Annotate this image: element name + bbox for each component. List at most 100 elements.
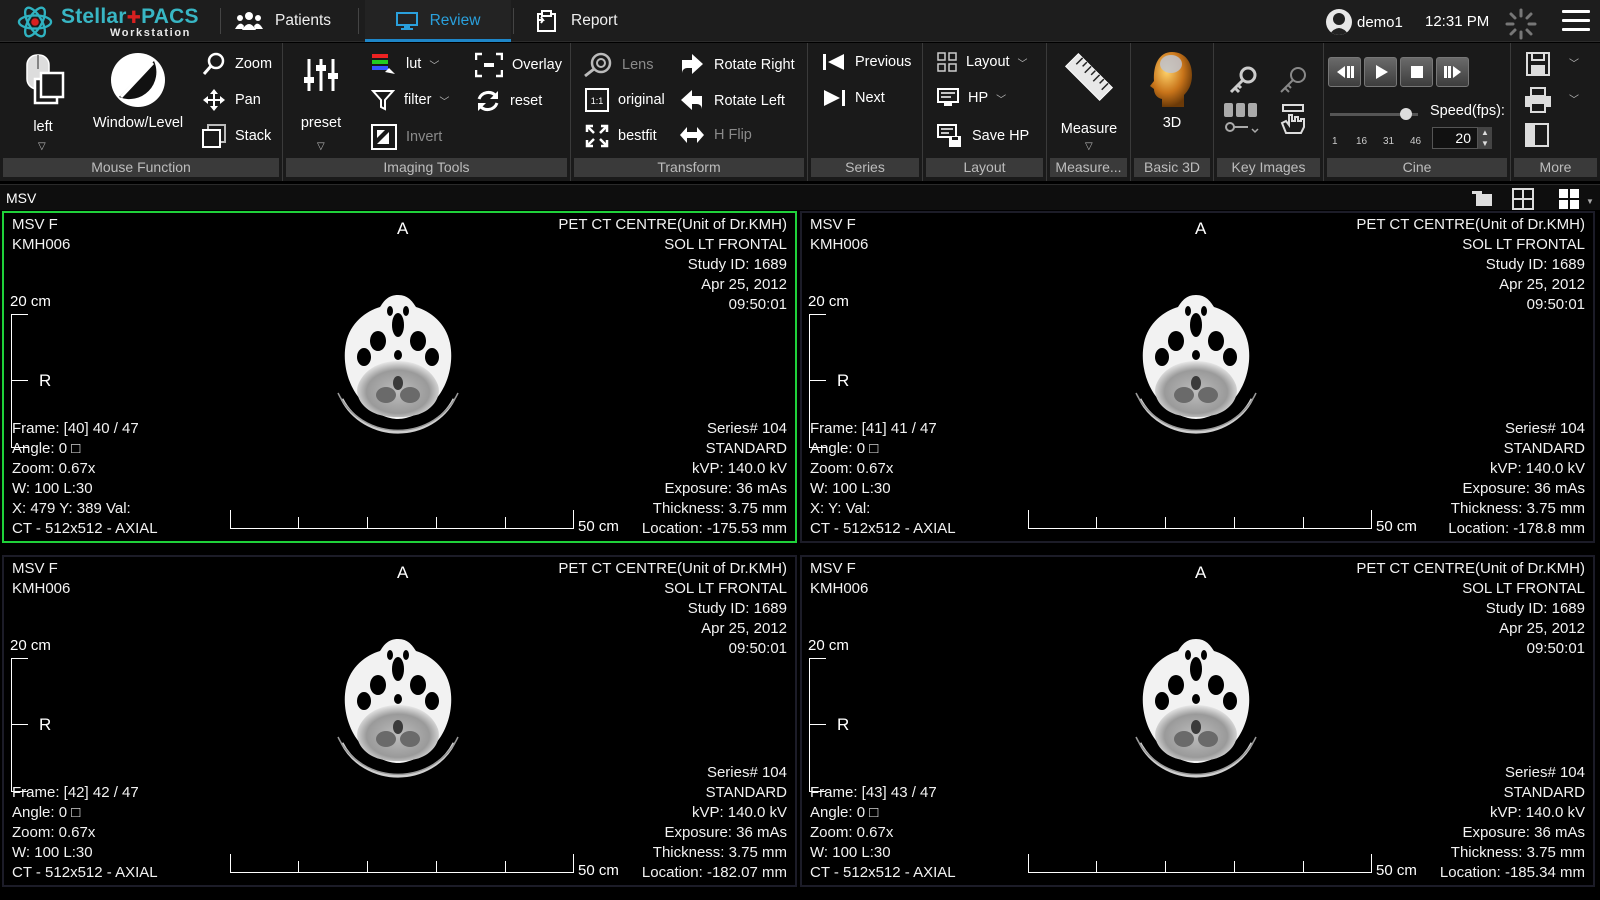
panel-icon[interactable] bbox=[1525, 123, 1549, 147]
chevron-down-icon[interactable]: ﹀ bbox=[1569, 55, 1579, 70]
filter-button[interactable]: filter ﹀ bbox=[371, 88, 449, 112]
svg-text:1:1: 1:1 bbox=[591, 96, 604, 106]
modality-info: CT - 512x512 - AXIAL bbox=[12, 864, 158, 881]
key-series-icon[interactable] bbox=[1222, 101, 1262, 135]
pan-button[interactable]: Pan bbox=[202, 88, 261, 112]
zoom-button[interactable]: Zoom bbox=[202, 52, 272, 76]
cine-step-back-button[interactable] bbox=[1328, 57, 1361, 87]
main-menu-button[interactable] bbox=[1562, 10, 1590, 32]
rotate-left-icon bbox=[681, 90, 702, 110]
horizontal-scale-label: 50 cm bbox=[578, 862, 619, 879]
horizontal-scale-bar bbox=[1028, 510, 1372, 529]
original-label: original bbox=[618, 92, 665, 108]
viewport-2[interactable]: MSV F KMH006 A PET CT CENTRE(Unit of Dr.… bbox=[800, 211, 1595, 543]
lens-label: Lens bbox=[622, 57, 654, 73]
image-info: Frame: [41] 41 / 47 Angle: 0 □ Zoom: 0.6… bbox=[810, 419, 956, 539]
key-icon[interactable] bbox=[1228, 65, 1258, 95]
pixel-value-info: X: Y: Val: bbox=[810, 500, 871, 517]
hanging-protocol-button[interactable]: HP ﹀ bbox=[937, 88, 1006, 108]
lut-button[interactable]: lut ﹀ bbox=[371, 52, 439, 76]
kernel: STANDARD bbox=[1503, 784, 1585, 801]
layout-grid-icon[interactable] bbox=[1512, 188, 1534, 210]
group-cine: 1 16 31 46 Speed(fps): 20 ▲ ▼ Cine bbox=[1324, 43, 1511, 181]
slider-thumb[interactable] bbox=[1400, 108, 1412, 120]
study-time: 09:50:01 bbox=[1526, 640, 1585, 657]
play-icon bbox=[1375, 65, 1388, 79]
chevron-down-icon[interactable]: ﹀ bbox=[1569, 91, 1579, 106]
speed-input[interactable]: 20 bbox=[1432, 127, 1478, 149]
chevron-down-icon: ﹀ bbox=[1017, 58, 1028, 70]
tab-patients[interactable]: Patients bbox=[235, 0, 331, 42]
overlay-button[interactable]: Overlay bbox=[475, 52, 562, 78]
patient-info: MSV F KMH006 bbox=[810, 215, 868, 255]
hflip-button[interactable]: H Flip bbox=[679, 124, 752, 146]
vertical-scale-label: 20 cm bbox=[808, 293, 849, 310]
window-level-info: W: 100 L:30 bbox=[810, 844, 891, 861]
user-menu[interactable]: demo1 bbox=[1326, 9, 1403, 35]
viewport-4[interactable]: MSV F KMH006 A PET CT CENTRE(Unit of Dr.… bbox=[800, 555, 1595, 887]
key-outline-icon[interactable] bbox=[1278, 65, 1308, 95]
group-label: Transform bbox=[574, 158, 804, 177]
slice-location: Location: -178.8 mm bbox=[1448, 520, 1585, 537]
tab-report[interactable]: Report bbox=[535, 0, 618, 42]
top-bar: Stellar✚PACS Workstation Patients Review… bbox=[0, 0, 1600, 42]
print-icon[interactable] bbox=[1523, 87, 1553, 113]
horizontal-scale-bar bbox=[230, 854, 574, 873]
previous-icon bbox=[823, 54, 844, 70]
previous-series-button[interactable]: Previous bbox=[822, 52, 911, 72]
patient-name: MSV F bbox=[810, 560, 856, 577]
viewport-3[interactable]: MSV F KMH006 A PET CT CENTRE(Unit of Dr.… bbox=[2, 555, 797, 887]
hanging-protocol-icon bbox=[937, 88, 959, 106]
thumbnail-panel-icon[interactable] bbox=[1470, 188, 1494, 208]
group-basic-3d: 3D Basic 3D bbox=[1131, 43, 1214, 181]
window-level-button[interactable]: Window/Level bbox=[88, 49, 188, 131]
save-icon[interactable] bbox=[1525, 51, 1551, 77]
patient-name: MSV F bbox=[810, 216, 856, 233]
rotate-right-icon bbox=[682, 54, 703, 74]
mouse-button-selector[interactable]: left ▽ bbox=[10, 49, 76, 157]
rotate-right-button[interactable]: Rotate Right bbox=[679, 52, 795, 78]
tab-review[interactable]: Review bbox=[365, 0, 511, 42]
rotate-left-button[interactable]: Rotate Left bbox=[679, 88, 785, 114]
invert-button[interactable]: Invert bbox=[371, 124, 442, 150]
group-series: Previous Next Series bbox=[808, 43, 923, 181]
save-hp-button[interactable]: Save HP bbox=[937, 124, 1029, 148]
lens-button[interactable]: Lens bbox=[583, 52, 653, 78]
original-size-button[interactable]: 1:1 original bbox=[585, 88, 665, 112]
orientation-top: A bbox=[1195, 563, 1207, 582]
cine-play-button[interactable] bbox=[1364, 57, 1397, 87]
hflip-label: H Flip bbox=[714, 127, 752, 143]
group-label: Imaging Tools bbox=[286, 158, 567, 177]
chevron-down-icon[interactable]: ▼ bbox=[1586, 197, 1594, 206]
preset-button[interactable]: preset ▽ bbox=[291, 55, 351, 157]
patient-id: KMH006 bbox=[12, 236, 71, 253]
3d-button[interactable]: 3D bbox=[1139, 49, 1205, 131]
tile-layout-icon[interactable] bbox=[1558, 188, 1580, 210]
study-info: PET CT CENTRE(Unit of Dr.KMH) SOL LT FRO… bbox=[1356, 559, 1585, 659]
horizontal-scale-bar bbox=[230, 510, 574, 529]
group-transform: Lens 1:1 original bestfit Rotate Right R… bbox=[571, 43, 808, 181]
stack-button[interactable]: Stack bbox=[202, 124, 271, 148]
group-label: Series bbox=[811, 158, 919, 177]
slice-thickness: Thickness: 3.75 mm bbox=[1450, 500, 1585, 517]
layout-button[interactable]: Layout ﹀ bbox=[937, 52, 1028, 72]
study-description: SOL LT FRONTAL bbox=[664, 236, 787, 253]
measure-button[interactable]: Measure ▽ bbox=[1053, 49, 1125, 157]
study-time: 09:50:01 bbox=[728, 296, 787, 313]
avatar bbox=[1326, 9, 1352, 35]
image-info: Frame: [40] 40 / 47 Angle: 0 □ Zoom: 0.6… bbox=[12, 419, 158, 539]
mouse-button-label: left bbox=[33, 119, 53, 135]
reset-button[interactable]: reset bbox=[475, 88, 542, 114]
exposure: Exposure: 36 mAs bbox=[664, 480, 787, 497]
study-info: PET CT CENTRE(Unit of Dr.KMH) SOL LT FRO… bbox=[558, 215, 787, 315]
study-time: 09:50:01 bbox=[1526, 296, 1585, 313]
key-hand-icon[interactable] bbox=[1278, 103, 1308, 135]
speed-stepper[interactable]: ▲ ▼ bbox=[1478, 127, 1492, 149]
user-icon bbox=[1329, 13, 1349, 35]
cine-stop-button[interactable] bbox=[1400, 57, 1433, 87]
viewport-1[interactable]: MSV F KMH006 A PET CT CENTRE(Unit of Dr.… bbox=[2, 211, 797, 543]
next-series-button[interactable]: Next bbox=[822, 88, 885, 108]
refresh-icon bbox=[477, 91, 499, 111]
cine-step-forward-button[interactable] bbox=[1436, 57, 1469, 87]
bestfit-button[interactable]: bestfit bbox=[585, 124, 657, 148]
